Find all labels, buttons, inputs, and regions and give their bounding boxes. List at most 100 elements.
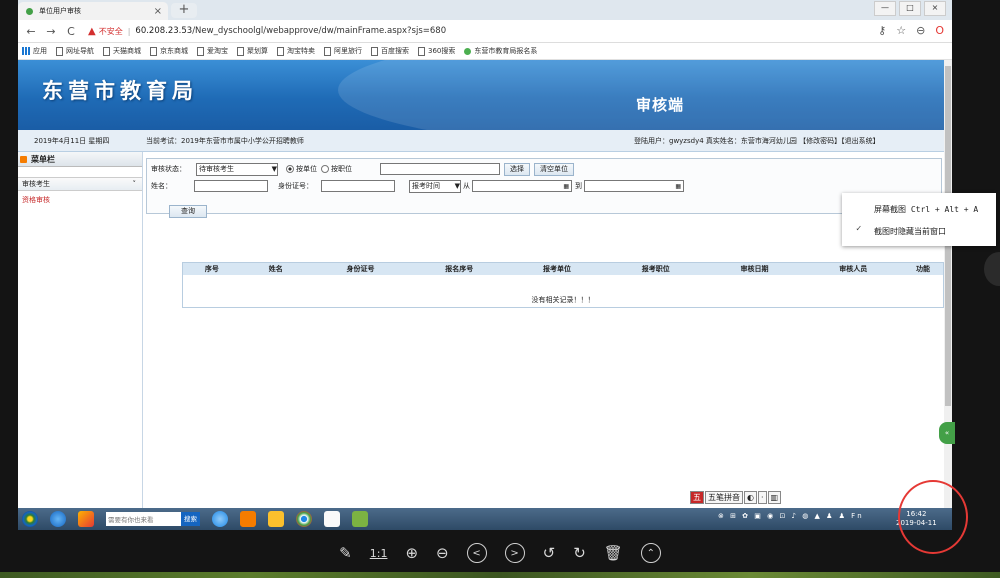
reload-icon[interactable]: C xyxy=(64,25,78,38)
ie-icon[interactable] xyxy=(50,511,66,527)
close-window-button[interactable]: × xyxy=(924,1,946,16)
maximize-button[interactable]: □ xyxy=(899,1,921,16)
bookmark-item[interactable]: 爱淘宝 xyxy=(197,46,228,56)
bookmark-label: 网址导航 xyxy=(66,47,94,55)
zoom-in-icon[interactable]: ⊕ xyxy=(405,544,418,562)
collapse-icon[interactable]: ⌃ xyxy=(640,543,661,563)
delete-icon[interactable]: 🗑 xyxy=(604,544,623,562)
app-icon[interactable] xyxy=(78,511,94,527)
bookmark-item[interactable]: 360搜索 xyxy=(418,46,455,56)
clear-unit-button[interactable]: 清空单位 xyxy=(534,162,574,176)
account-icon[interactable]: ⊖ xyxy=(916,24,925,37)
time-select-value: 报考时间 xyxy=(412,182,440,190)
back-icon[interactable]: ← xyxy=(24,25,38,38)
current-date: 2019年4月11日 星期四 xyxy=(34,136,110,145)
screenshot-context-menu: 屏幕截图 Ctrl + Alt + A ✓ 截图时隐藏当前窗口 xyxy=(842,193,996,246)
select-button[interactable]: 选择 xyxy=(504,162,530,176)
ime-keyboard-icon[interactable]: ▥ xyxy=(767,491,782,504)
zoom-out-icon[interactable]: ⊖ xyxy=(436,544,449,562)
radio-by-position[interactable]: 按职位 xyxy=(321,164,352,174)
actual-size-button[interactable]: 1:1 xyxy=(370,547,388,560)
minimize-button[interactable]: — xyxy=(874,1,896,16)
menu-item-hide-window[interactable]: 截图时隐藏当前窗口 xyxy=(874,226,946,237)
key-icon[interactable]: ⚷ xyxy=(878,24,886,37)
bookmark-apps[interactable]: 应用 xyxy=(22,46,47,56)
menu-item-qualification-review[interactable]: 资格审核 xyxy=(18,191,142,205)
bookmark-item[interactable]: 网址导航 xyxy=(56,46,94,56)
start-date-input[interactable]: ▦ xyxy=(472,180,572,192)
browser-app-icon[interactable] xyxy=(212,511,228,527)
page-icon xyxy=(371,46,378,56)
menu-group-review[interactable]: 审核考生 ˅ xyxy=(18,177,142,191)
id-input[interactable] xyxy=(321,180,395,192)
system-tray[interactable]: ⊗ ⊞ ✿ ▣ ◉ ⊡ ♪ ◍ ▲ ♟ ♟ Fn xyxy=(718,512,864,520)
bookmark-item[interactable]: 阿里旅行 xyxy=(324,46,362,56)
chrome-icon[interactable] xyxy=(296,511,312,527)
ime-toolbar: 五 五笔拼音 ◐ · ▥ xyxy=(690,491,782,504)
rotate-left-icon[interactable]: ↺ xyxy=(543,544,556,562)
bookmark-label: 东营市教育局报名系 xyxy=(474,47,538,55)
calendar-icon[interactable]: ▦ xyxy=(675,183,681,190)
unit-input[interactable] xyxy=(380,163,500,175)
rotate-right-icon[interactable]: ↻ xyxy=(573,544,586,562)
divider: | xyxy=(127,26,131,36)
opera-icon[interactable]: O xyxy=(935,24,944,37)
taskbar-search[interactable]: 需要有你也来看 搜索 xyxy=(106,512,200,526)
bookmark-item[interactable]: 京东商城 xyxy=(150,46,188,56)
bookmark-item[interactable]: 东营市教育局报名系 xyxy=(464,46,537,56)
bookmarks-bar: 应用 网址导航 天猫商城 京东商城 爱淘宝 聚划算 淘宝特卖 阿里旅行 百度搜索… xyxy=(18,43,952,60)
calendar-icon[interactable]: ▦ xyxy=(563,183,569,190)
bookmark-label: 爱淘宝 xyxy=(207,47,228,55)
bookmark-item[interactable]: 聚划算 xyxy=(237,46,268,56)
empty-message: 没有相关记录！！！ xyxy=(531,296,595,304)
new-tab-button[interactable]: + xyxy=(171,3,197,18)
ime-logo-icon[interactable]: 五 xyxy=(690,491,704,504)
info-bar: 2019年4月11日 星期四 当前考试：2019年东营市市属中小学公开招聘教师 … xyxy=(18,130,944,152)
tab-title: 单位用户审核 xyxy=(39,7,81,15)
from-label: 从 xyxy=(463,182,470,190)
bookmark-item[interactable]: 天猫商城 xyxy=(103,46,141,56)
name-input[interactable] xyxy=(194,180,268,192)
bookmark-item[interactable]: 百度搜索 xyxy=(371,46,409,56)
search-button[interactable]: 搜索 xyxy=(181,512,200,526)
side-handle[interactable] xyxy=(984,252,1000,286)
column-header: 审核人员 xyxy=(839,265,868,273)
bookmark-item[interactable]: 淘宝特卖 xyxy=(277,46,315,56)
forward-icon[interactable]: → xyxy=(44,25,58,38)
bookmark-label: 阿里旅行 xyxy=(334,47,362,55)
menu-item-screenshot[interactable]: 屏幕截图 Ctrl + Alt + A xyxy=(874,204,978,215)
browser-tab[interactable]: 单位用户审核 × xyxy=(18,2,168,20)
query-button[interactable]: 查询 xyxy=(169,205,207,218)
start-button[interactable] xyxy=(22,511,38,527)
star-icon[interactable]: ☆ xyxy=(896,24,906,37)
folder-icon[interactable] xyxy=(268,511,284,527)
page-icon xyxy=(56,46,63,56)
radio-by-unit[interactable]: 按单位 xyxy=(286,164,317,174)
next-icon[interactable]: > xyxy=(504,543,525,563)
ime-punct-icon[interactable]: · xyxy=(757,491,767,504)
status-select-value: 待审核考生 xyxy=(199,165,234,173)
edit-icon[interactable]: ✎ xyxy=(339,544,352,562)
ime-mode-label[interactable]: 五笔拼音 xyxy=(705,491,743,504)
column-header: 功能 xyxy=(916,265,931,273)
bookmark-label: 360搜索 xyxy=(428,47,456,55)
end-date-input[interactable]: ▦ xyxy=(584,180,684,192)
user-info[interactable]: 登陆用户：gwyzsdy4 真实姓名：东营市海河幼儿园 【修改密码】【退出系统】 xyxy=(634,136,880,146)
main-content: 审核状态： 待审核考生 ▼ 按单位 按职位 选择 清空单位 姓名： 身份证号： … xyxy=(144,152,944,508)
player-icon[interactable] xyxy=(240,511,256,527)
side-float-button[interactable]: « xyxy=(939,422,955,444)
filter-row-1: 审核状态： 待审核考生 ▼ 按单位 按职位 选择 清空单位 xyxy=(151,162,574,176)
status-select[interactable]: 待审核考生 ▼ xyxy=(196,162,278,176)
ime-moon-icon[interactable]: ◐ xyxy=(744,491,757,504)
url-path: /New_dyschoolgl/webapprove/dw/mainFrame.… xyxy=(192,26,447,36)
taskbar: 需要有你也来看 搜索 ⊗ ⊞ ✿ ▣ ◉ ⊡ ♪ ◍ ▲ ♟ ♟ Fn 16:4… xyxy=(18,508,952,530)
close-tab-icon[interactable]: × xyxy=(154,6,162,17)
window-controls: — □ × xyxy=(874,1,946,16)
radio-label: 按单位 xyxy=(296,165,317,173)
previous-icon[interactable]: < xyxy=(466,543,487,563)
page-icon xyxy=(237,46,244,56)
time-select[interactable]: 报考时间 ▼ xyxy=(409,179,461,193)
url-field[interactable]: 60.208.23.53/New_dyschoolgl/webapprove/d… xyxy=(135,26,446,36)
iqiyi-icon[interactable] xyxy=(352,511,368,527)
document-icon[interactable] xyxy=(324,511,340,527)
